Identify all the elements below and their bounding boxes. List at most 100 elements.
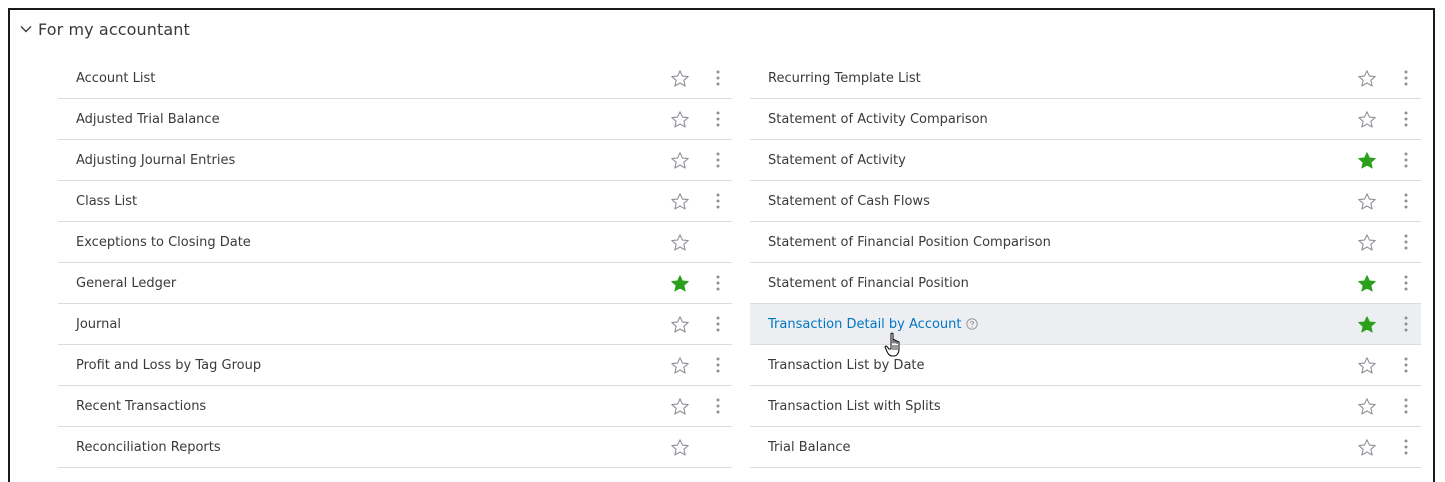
report-row[interactable]: Adjusting Journal Entries xyxy=(58,140,732,181)
more-options-icon[interactable] xyxy=(1401,315,1411,333)
star-outline-icon[interactable] xyxy=(670,110,690,130)
report-list-right: Recurring Template List Statement of Acti… xyxy=(750,58,1421,468)
report-label: Transaction Detail by Account xyxy=(768,316,962,332)
more-options-icon[interactable] xyxy=(1401,274,1411,292)
star-filled-icon[interactable] xyxy=(1357,315,1377,335)
report-link[interactable]: Transaction List with Splits xyxy=(768,399,941,414)
report-link[interactable]: Class List xyxy=(76,194,137,209)
star-outline-icon[interactable] xyxy=(1357,192,1377,212)
more-options-icon[interactable] xyxy=(1401,438,1411,456)
star-outline-icon[interactable] xyxy=(1357,356,1377,376)
report-link[interactable]: Recent Transactions xyxy=(76,399,206,414)
report-link[interactable]: Transaction Detail by Account xyxy=(768,317,978,332)
report-label: Statement of Cash Flows xyxy=(768,193,930,209)
report-link[interactable]: Statement of Activity Comparison xyxy=(768,112,988,127)
report-label: Trial Balance xyxy=(768,439,851,455)
star-filled-icon[interactable] xyxy=(1357,151,1377,171)
star-outline-icon[interactable] xyxy=(670,69,690,89)
star-outline-icon[interactable] xyxy=(1357,110,1377,130)
report-row[interactable]: Statement of Financial Position Comparis… xyxy=(750,222,1421,263)
report-row[interactable]: Transaction Detail by Account xyxy=(750,304,1421,357)
report-link[interactable]: Recurring Template List xyxy=(768,71,921,86)
report-row[interactable]: Class List xyxy=(58,181,732,222)
report-row[interactable]: Statement of Financial Position xyxy=(750,263,1421,304)
report-row[interactable]: Reconciliation Reports xyxy=(58,427,732,468)
report-row[interactable]: Exceptions to Closing Date xyxy=(58,222,732,263)
report-row[interactable]: Account List xyxy=(58,58,732,99)
report-link[interactable]: Account List xyxy=(76,71,155,86)
report-row[interactable]: Statement of Cash Flows xyxy=(750,181,1421,222)
more-options-icon[interactable] xyxy=(713,110,723,128)
report-row[interactable]: Statement of Activity Comparison xyxy=(750,99,1421,140)
report-label: Class List xyxy=(76,193,138,209)
report-row[interactable]: General Ledger xyxy=(58,263,732,304)
report-list-left: Account List Adjusted Trial Balance Adjust… xyxy=(58,58,732,468)
section-title: For my accountant xyxy=(38,19,190,39)
star-filled-icon[interactable] xyxy=(1357,274,1377,294)
more-options-icon[interactable] xyxy=(713,356,723,374)
help-circle-icon[interactable] xyxy=(965,317,978,330)
report-link[interactable]: Profit and Loss by Tag Group xyxy=(76,358,261,373)
report-link[interactable]: Journal xyxy=(76,317,121,332)
more-options-icon[interactable] xyxy=(1401,151,1411,169)
section-toggle[interactable]: For my accountant xyxy=(18,16,190,42)
star-outline-icon[interactable] xyxy=(670,315,690,335)
more-options-icon[interactable] xyxy=(1401,233,1411,251)
report-label: Statement of Activity xyxy=(768,152,906,168)
report-row[interactable]: Adjusted Trial Balance xyxy=(58,99,732,140)
star-outline-icon[interactable] xyxy=(1357,233,1377,253)
report-link[interactable]: Statement of Activity xyxy=(768,153,906,168)
report-link[interactable]: Trial Balance xyxy=(768,440,851,455)
more-options-icon[interactable] xyxy=(1401,356,1411,374)
more-options-icon[interactable] xyxy=(713,274,723,292)
more-options-icon[interactable] xyxy=(1401,69,1411,87)
report-link[interactable]: Statement of Financial Position xyxy=(768,276,969,291)
more-options-icon[interactable] xyxy=(1401,397,1411,415)
star-outline-icon[interactable] xyxy=(670,438,690,458)
report-label: General Ledger xyxy=(76,275,177,291)
report-label: Profit and Loss by Tag Group xyxy=(76,357,262,373)
star-outline-icon[interactable] xyxy=(670,151,690,171)
more-options-icon[interactable] xyxy=(713,397,723,415)
star-outline-icon[interactable] xyxy=(670,356,690,376)
star-outline-icon[interactable] xyxy=(1357,397,1377,417)
star-outline-icon[interactable] xyxy=(1357,69,1377,89)
star-outline-icon[interactable] xyxy=(1357,438,1377,458)
more-options-icon[interactable] xyxy=(713,315,723,333)
report-link[interactable]: Adjusting Journal Entries xyxy=(76,153,235,168)
report-link[interactable]: General Ledger xyxy=(76,276,176,291)
report-row[interactable]: Transaction List with Splits xyxy=(750,386,1421,427)
report-row[interactable]: Transaction List by Date xyxy=(750,345,1421,386)
report-link[interactable]: Exceptions to Closing Date xyxy=(76,235,251,250)
report-row[interactable]: Journal xyxy=(58,304,732,345)
report-row[interactable]: Trial Balance xyxy=(750,427,1421,468)
more-options-icon[interactable] xyxy=(713,151,723,169)
report-row[interactable]: Recent Transactions xyxy=(58,386,732,427)
report-label: Account List xyxy=(76,70,156,86)
more-options-icon[interactable] xyxy=(1401,110,1411,128)
report-link[interactable]: Adjusted Trial Balance xyxy=(76,112,220,127)
more-options-icon[interactable] xyxy=(1401,192,1411,210)
report-link[interactable]: Transaction List by Date xyxy=(768,358,925,373)
more-options-icon[interactable] xyxy=(713,69,723,87)
report-label: Statement of Activity Comparison xyxy=(768,111,988,127)
report-section-panel: For my accountant Account List Adjusted T… xyxy=(8,8,1435,482)
report-row[interactable]: Statement of Activity xyxy=(750,140,1421,181)
star-filled-icon[interactable] xyxy=(670,274,690,294)
star-outline-icon[interactable] xyxy=(670,233,690,253)
report-row[interactable]: Recurring Template List xyxy=(750,58,1421,99)
report-label: Recent Transactions xyxy=(76,398,207,414)
report-row[interactable]: Profit and Loss by Tag Group xyxy=(58,345,732,386)
report-link[interactable]: Statement of Financial Position Comparis… xyxy=(768,235,1051,250)
chevron-down-icon xyxy=(20,26,32,33)
report-link[interactable]: Statement of Cash Flows xyxy=(768,194,930,209)
report-link[interactable]: Reconciliation Reports xyxy=(76,440,221,455)
report-label: Statement of Financial Position Comparis… xyxy=(768,234,1051,250)
star-outline-icon[interactable] xyxy=(670,192,690,212)
report-label: Adjusted Trial Balance xyxy=(76,111,220,127)
report-label: Recurring Template List xyxy=(768,70,921,86)
star-outline-icon[interactable] xyxy=(670,397,690,417)
report-label: Journal xyxy=(76,316,121,332)
more-options-icon[interactable] xyxy=(713,192,723,210)
report-label: Transaction List with Splits xyxy=(768,398,941,414)
